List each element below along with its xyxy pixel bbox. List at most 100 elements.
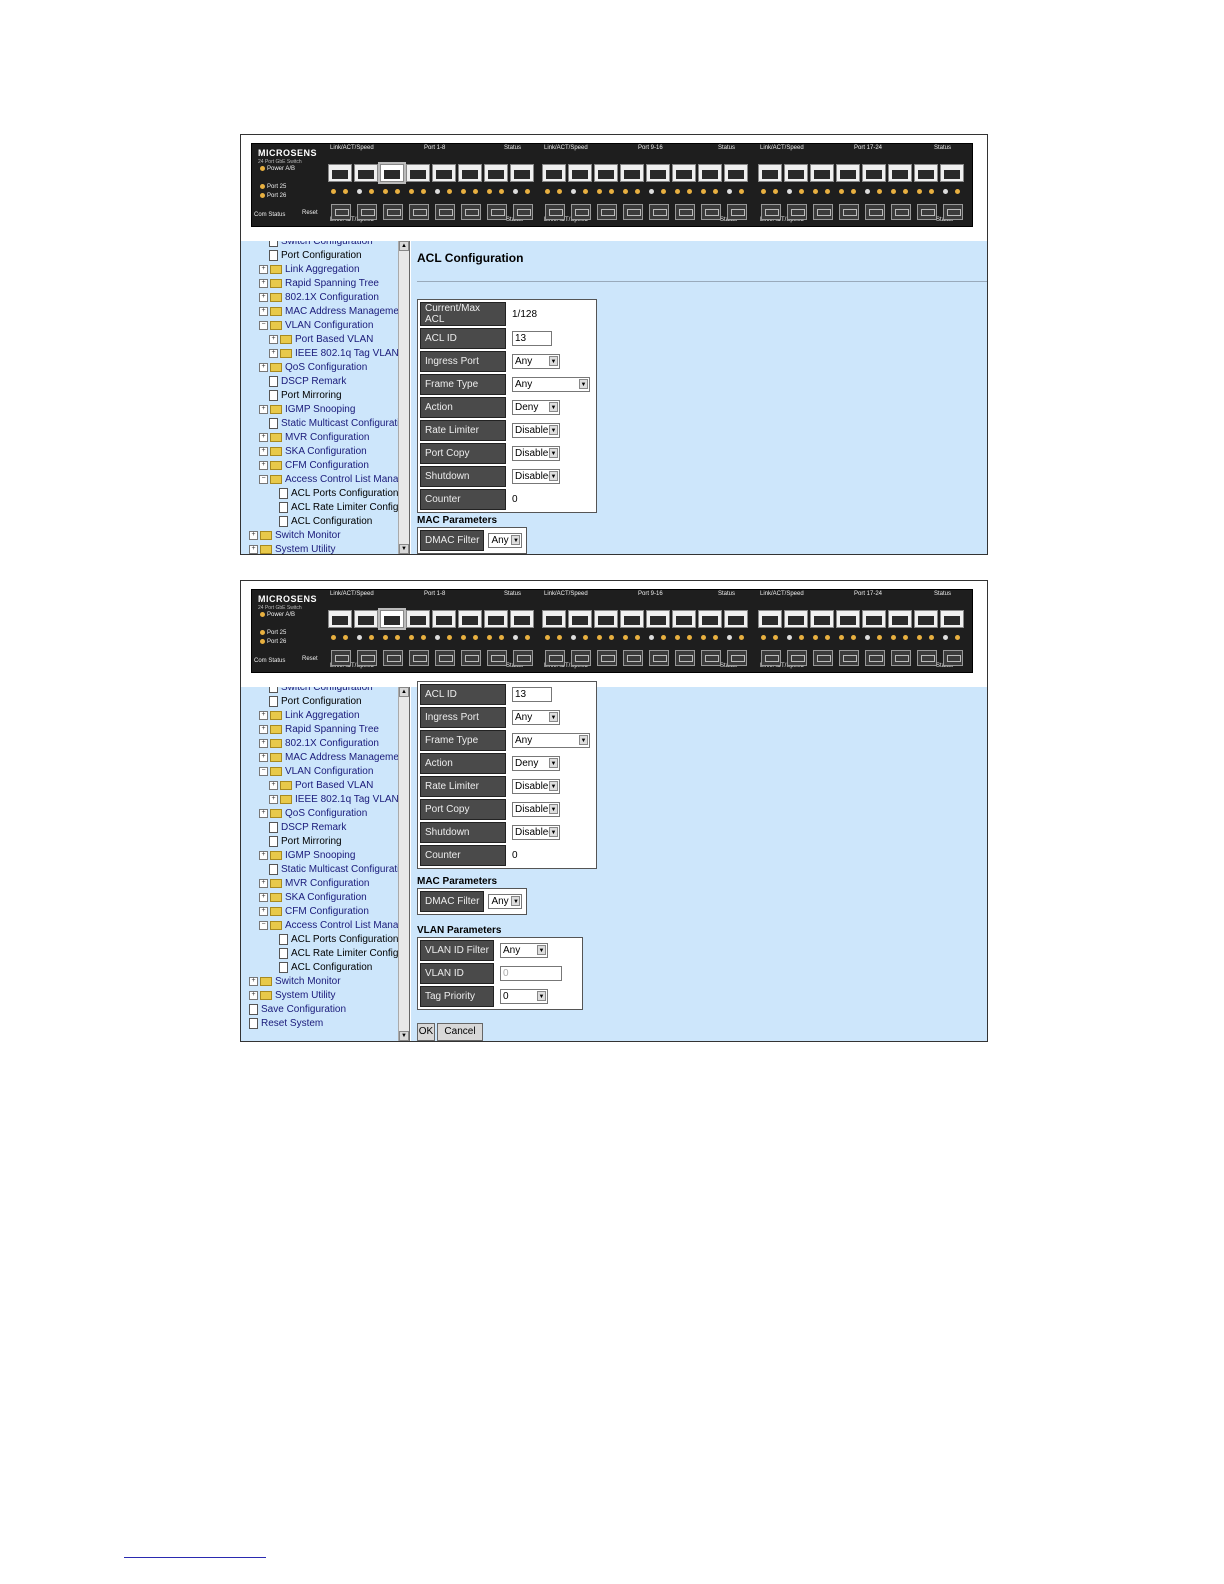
field-input[interactable]: 13 [512,331,552,346]
tree-item[interactable]: ACL Ports Configuration [245,487,409,501]
sfp-port[interactable] [383,650,403,666]
collapse-icon[interactable]: − [259,474,268,484]
rj45-port[interactable] [406,610,430,628]
field-select[interactable]: Any ▼ [512,733,590,748]
tree-item[interactable]: + Port Based VLAN [245,333,409,347]
tree-item[interactable]: +802.1X Configuration [245,737,409,751]
expand-icon[interactable]: + [259,404,268,414]
expand-icon[interactable]: + [259,878,268,888]
tree-item[interactable]: Switch Configuration [245,687,409,695]
rj45-port[interactable] [672,164,696,182]
chevron-down-icon[interactable]: ▼ [549,781,558,791]
field-select[interactable]: Deny ▼ [512,756,560,771]
field-select[interactable]: Any ▼ [512,377,590,392]
tree-item[interactable]: Port Configuration [245,695,409,709]
sfp-port[interactable] [891,650,911,666]
expand-icon[interactable]: + [259,446,268,456]
sfp-port[interactable] [701,650,721,666]
tree-item[interactable]: + MAC Address Managemen [245,305,409,319]
expand-icon[interactable]: + [249,990,258,1000]
chevron-down-icon[interactable]: ▼ [549,356,558,366]
expand-icon[interactable]: + [249,544,258,554]
tree-item[interactable]: + Port Based VLAN [245,779,409,793]
field-select[interactable]: Disable ▼ [512,446,560,461]
dmac-filter-select[interactable]: Any ▼ [488,533,523,548]
tree-item[interactable]: Save Configuration [245,1003,409,1017]
sfp-port[interactable] [649,650,669,666]
tree-item[interactable]: + Switch Monitor [245,529,409,543]
rj45-port[interactable] [758,610,782,628]
expand-icon[interactable]: + [259,808,268,818]
rj45-port[interactable] [698,610,722,628]
sfp-port[interactable] [675,204,695,220]
sfp-port[interactable] [331,650,351,666]
tree-item[interactable]: + QoS Configuration [245,807,409,821]
chevron-down-icon[interactable]: ▼ [549,712,558,722]
tree-item[interactable]: + IEEE 802.1q Tag VLAN [245,347,409,361]
chevron-down-icon[interactable]: ▼ [579,735,588,745]
sfp-port[interactable] [839,204,859,220]
chevron-down-icon[interactable]: ▼ [549,471,558,481]
tree-item[interactable]: + IGMP Snooping [245,849,409,863]
tree-item[interactable]: + IEEE 802.1q Tag VLAN [245,793,409,807]
expand-icon[interactable]: + [259,460,268,470]
sfp-port[interactable] [461,650,481,666]
rj45-port[interactable] [724,610,748,628]
rj45-port[interactable] [484,610,508,628]
rj45-port[interactable] [484,164,508,182]
sfp-port[interactable] [435,204,455,220]
sfp-port[interactable] [331,204,351,220]
field-select[interactable]: Disabled ▼ [512,825,560,840]
sfp-port[interactable] [623,650,643,666]
rj45-port[interactable] [914,164,938,182]
rj45-port[interactable] [940,610,964,628]
rj45-port[interactable] [836,610,860,628]
collapse-icon[interactable]: − [259,766,268,776]
expand-icon[interactable]: + [259,306,268,316]
tree-item[interactable]: − VLAN Configuration [245,319,409,333]
rj45-port[interactable] [888,610,912,628]
field-select[interactable]: Any ▼ [500,943,548,958]
expand-icon[interactable]: + [259,752,268,762]
cancel-button[interactable]: Cancel [437,1023,483,1041]
rj45-port[interactable] [914,610,938,628]
tree-item[interactable]: Static Multicast Configuratio [245,863,409,877]
tree-item[interactable]: ACL Rate Limiter Configu [245,947,409,961]
tree-item[interactable]: + MAC Address Managemen [245,751,409,765]
tree-item[interactable]: + CFM Configuration [245,459,409,473]
rj45-port[interactable] [940,164,964,182]
tree-item[interactable]: Reset System [245,1017,409,1031]
sfp-port[interactable] [487,650,507,666]
tree-item[interactable]: DSCP Remark [245,375,409,389]
chevron-down-icon[interactable]: ▼ [537,945,546,955]
expand-icon[interactable]: + [259,710,268,720]
sfp-port[interactable] [545,204,565,220]
sfp-port[interactable] [787,204,807,220]
tree-item[interactable]: + Switch Monitor [245,975,409,989]
tree-item[interactable]: Port Configuration [245,249,409,263]
chevron-down-icon[interactable]: ▼ [511,535,521,545]
tree-item[interactable]: Static Multicast Configuratio [245,417,409,431]
rj45-port[interactable] [862,610,886,628]
rj45-port[interactable] [542,164,566,182]
expand-icon[interactable]: + [269,334,278,344]
field-select[interactable]: Any ▼ [512,354,560,369]
rj45-port[interactable] [510,164,534,182]
tree-item[interactable]: + Rapid Spanning Tree [245,723,409,737]
field-select[interactable]: Deny ▼ [512,400,560,415]
tree-item[interactable]: Switch Configuration [245,241,409,249]
sfp-port[interactable] [409,650,429,666]
expand-icon[interactable]: + [249,530,258,540]
tree-item[interactable]: DSCP Remark [245,821,409,835]
tree-item[interactable]: + Link Aggregation [245,709,409,723]
tree-item[interactable]: + SKA Configuration [245,445,409,459]
rj45-port[interactable] [620,164,644,182]
sfp-port[interactable] [839,650,859,666]
rj45-port[interactable] [698,164,722,182]
rj45-port[interactable] [378,608,406,630]
tree-item[interactable]: ACL Ports Configuration [245,933,409,947]
rj45-port[interactable] [862,164,886,182]
sfp-port[interactable] [357,650,377,666]
field-input[interactable]: 13 [512,687,552,702]
dmac-filter-select[interactable]: Any ▼ [488,894,523,909]
